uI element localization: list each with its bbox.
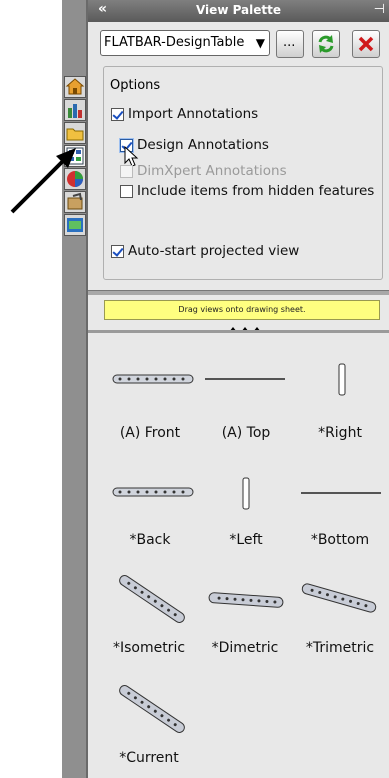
top-view-thumbnail[interactable] (204, 377, 286, 381)
home-tab[interactable] (64, 76, 86, 98)
home-icon (65, 78, 85, 95)
options-group-label: Options (110, 78, 161, 93)
pin-icon[interactable]: ⊣ (374, 2, 385, 17)
palette-title-bar: « View Palette ⊣ (88, 0, 389, 22)
panel-splitter[interactable] (88, 290, 389, 295)
browse-button-label: ... (283, 35, 296, 50)
document-select[interactable]: FLATBAR-DesignTable ▼ (100, 30, 270, 56)
close-icon (358, 36, 374, 52)
view-label-top: (A) Top (221, 425, 271, 441)
current-view-thumbnail[interactable] (112, 684, 192, 734)
view-label-dimetric: *Dimetric (211, 640, 279, 656)
view-label-bottom: *Bottom (310, 532, 370, 548)
bottom-view-thumbnail[interactable] (300, 491, 382, 495)
dimetric-view-thumbnail[interactable] (206, 588, 286, 612)
import-annotations-label: Import Annotations (128, 106, 259, 122)
view-label-front: (A) Front (119, 425, 181, 441)
dropdown-arrow-icon: ▼ (253, 31, 265, 55)
refresh-button[interactable] (312, 30, 340, 58)
view-label-right: *Right (318, 425, 362, 441)
view-label-left: *Left (229, 532, 263, 548)
trimetric-view-thumbnail[interactable] (298, 580, 380, 616)
import-annotations-checkbox[interactable] (111, 108, 124, 121)
dimxpert-annotations-label: DimXpert Annotations (137, 163, 287, 179)
design-annotations-label: Design Annotations (137, 137, 269, 153)
view-label-trimetric: *Trimetric (305, 640, 375, 656)
close-button[interactable] (352, 30, 380, 58)
left-view-thumbnail[interactable] (240, 477, 252, 511)
isometric-view-thumbnail[interactable] (112, 574, 192, 624)
annotation-arrow (10, 148, 76, 214)
back-view-thumbnail[interactable] (112, 486, 194, 498)
view-label-back: *Back (129, 532, 171, 548)
right-view-thumbnail[interactable] (336, 363, 348, 397)
browse-button[interactable]: ... (276, 30, 304, 58)
design-library-tab[interactable] (64, 99, 86, 121)
front-view-thumbnail[interactable] (112, 373, 194, 385)
dimxpert-annotations-checkbox[interactable] (120, 165, 133, 178)
drag-hint: Drag views onto drawing sheet. (104, 300, 380, 320)
views-splitter[interactable] (88, 330, 389, 333)
document-select-value: FLATBAR-DesignTable (104, 35, 245, 50)
palette-title: View Palette (195, 3, 282, 17)
refresh-icon (318, 35, 334, 53)
auto-start-checkbox[interactable] (111, 245, 124, 258)
view-label-current: *Current (119, 750, 179, 766)
hidden-features-label: Include items from hidden features (137, 183, 375, 199)
hidden-features-checkbox[interactable] (120, 185, 133, 198)
view-label-isometric: *Isometric (112, 640, 186, 656)
design-library-icon (68, 104, 82, 118)
auto-start-label: Auto-start projected view (128, 243, 300, 259)
